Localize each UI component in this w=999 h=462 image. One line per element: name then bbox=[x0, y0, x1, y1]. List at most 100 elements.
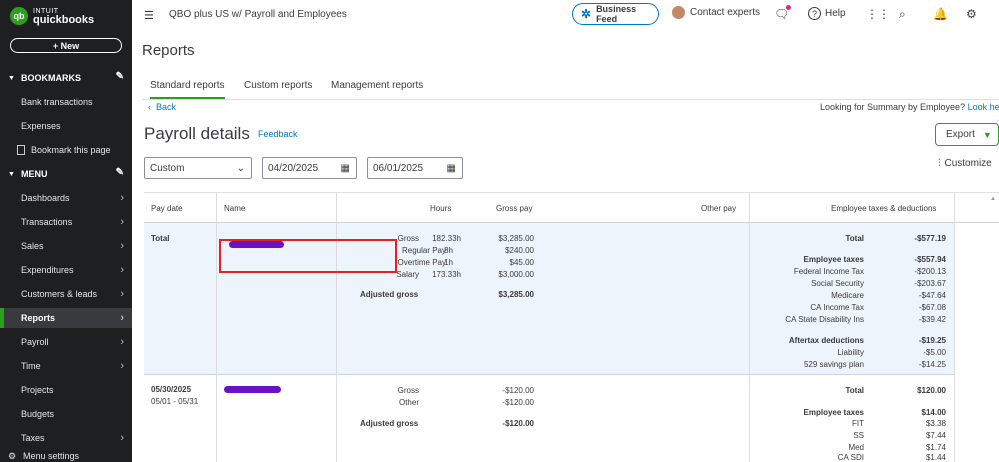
row-pay-date: Total bbox=[151, 234, 170, 243]
gear-icon[interactable]: ⚙ bbox=[966, 7, 977, 21]
menu-settings[interactable]: ⚙ Menu settings bbox=[0, 450, 132, 462]
table-header: Pay date Name Hours Gross pay Other pay … bbox=[144, 193, 999, 223]
tax-value: -$203.67 bbox=[914, 279, 946, 288]
page-title: Reports bbox=[142, 42, 195, 59]
sidebar-item-dashboards[interactable]: Dashboards › bbox=[0, 188, 132, 208]
hamburger-menu-icon[interactable]: ☰ bbox=[144, 9, 154, 22]
tax-value: -$200.13 bbox=[914, 267, 946, 276]
export-button[interactable]: Export ▼ bbox=[935, 123, 999, 146]
pencil-icon[interactable]: ✎ bbox=[116, 71, 124, 82]
tab-standard-reports[interactable]: Standard reports bbox=[150, 80, 225, 99]
look-here-link[interactable]: Look here bbox=[968, 102, 999, 112]
gross-amount: -$120.00 bbox=[502, 386, 534, 395]
business-feed-button[interactable]: ✲ Business Feed bbox=[572, 3, 659, 25]
tax-label: CA SDI bbox=[837, 453, 864, 462]
date-range-select[interactable]: Custom ⌄ bbox=[144, 157, 252, 179]
tax-value: $1.74 bbox=[925, 443, 946, 452]
sidebar-item-budgets[interactable]: Budgets bbox=[0, 404, 132, 424]
bookmark-bank-transactions[interactable]: Bank transactions bbox=[0, 92, 132, 112]
report-title: Payroll details bbox=[144, 124, 250, 143]
gross-amount: $3,285.00 bbox=[498, 234, 534, 243]
highlight-annotation-box bbox=[219, 239, 397, 273]
header-hours[interactable]: Hours bbox=[430, 204, 451, 213]
sidebar-item-transactions[interactable]: Transactions › bbox=[0, 212, 132, 232]
header-gross-pay[interactable]: Gross pay bbox=[496, 204, 532, 213]
tax-label: Employee taxes bbox=[803, 255, 864, 264]
tax-value: -$14.25 bbox=[918, 360, 946, 369]
sidebar-item-expenditures[interactable]: Expenditures › bbox=[0, 260, 132, 280]
chevron-right-icon: › bbox=[120, 432, 124, 444]
adjusted-gross-amount: $3,285.00 bbox=[498, 290, 534, 299]
tab-custom-reports[interactable]: Custom reports bbox=[244, 80, 312, 91]
sidebar-item-payroll[interactable]: Payroll › bbox=[0, 332, 132, 352]
tax-label: Med bbox=[848, 443, 864, 452]
help-button[interactable]: ? Help bbox=[808, 7, 846, 20]
quickbooks-logo[interactable]: qb INTUIT quickbooks bbox=[10, 7, 94, 26]
calendar-icon[interactable]: ▦ bbox=[341, 163, 350, 174]
apps-grid-icon[interactable]: ⋮⋮ bbox=[866, 7, 890, 21]
tax-value: $3.38 bbox=[925, 419, 946, 428]
salary-amount: $3,000.00 bbox=[498, 270, 534, 279]
left-nav-sidebar: qb INTUIT quickbooks + New ▼ BOOKMARKS ✎… bbox=[0, 0, 132, 462]
gross-hours: 182.33h bbox=[432, 234, 461, 243]
tax-label: SS bbox=[853, 431, 864, 440]
header-pay-date[interactable]: Pay date bbox=[151, 204, 183, 213]
feedback-link[interactable]: Feedback bbox=[258, 129, 298, 139]
sparkle-icon: ✲ bbox=[581, 7, 592, 21]
sidebar-item-projects[interactable]: Projects bbox=[0, 380, 132, 400]
chat-notification-dot bbox=[786, 5, 791, 10]
tax-value: -$19.25 bbox=[918, 336, 946, 345]
contact-experts-button[interactable]: Contact experts bbox=[672, 6, 760, 19]
row-pay-period: 05/01 - 05/31 bbox=[151, 397, 199, 406]
chevron-right-icon: › bbox=[120, 288, 124, 300]
menu-heading[interactable]: ▼ MENU ✎ bbox=[0, 166, 132, 182]
tax-value: -$67.08 bbox=[918, 303, 946, 312]
tax-label: Medicare bbox=[831, 291, 864, 300]
back-link[interactable]: ‹ Back bbox=[148, 102, 176, 112]
pencil-icon[interactable]: ✎ bbox=[116, 167, 124, 178]
sliders-icon: ⫶ bbox=[938, 158, 941, 169]
bookmark-this-page[interactable]: Bookmark this page bbox=[0, 140, 132, 160]
sidebar-item-reports[interactable]: Reports › bbox=[0, 308, 132, 328]
column-divider bbox=[336, 193, 337, 462]
sidebar-item-customers-leads[interactable]: Customers & leads › bbox=[0, 284, 132, 304]
header-name[interactable]: Name bbox=[224, 204, 245, 213]
tax-label: Total bbox=[845, 234, 864, 243]
chevron-right-icon: › bbox=[120, 360, 124, 372]
search-icon[interactable]: ⌕ bbox=[899, 7, 906, 22]
scroll-up-arrow-icon[interactable]: ▲ bbox=[990, 196, 996, 202]
chevron-down-icon: ▼ bbox=[8, 170, 15, 178]
tax-label: Employee taxes bbox=[803, 408, 864, 417]
sidebar-item-taxes[interactable]: Taxes › bbox=[0, 428, 132, 448]
tax-label: CA Income Tax bbox=[810, 303, 864, 312]
bookmarks-heading[interactable]: ▼ BOOKMARKS ✎ bbox=[0, 70, 132, 86]
tax-label: Social Security bbox=[811, 279, 864, 288]
sidebar-item-time[interactable]: Time › bbox=[0, 356, 132, 376]
qb-logo-icon: qb bbox=[10, 7, 28, 25]
header-employee-taxes[interactable]: Employee taxes & deductions bbox=[831, 204, 936, 213]
tax-label: Federal Income Tax bbox=[793, 267, 864, 276]
bookmark-icon bbox=[17, 145, 25, 155]
sidebar-item-sales[interactable]: Sales › bbox=[0, 236, 132, 256]
calendar-icon[interactable]: ▦ bbox=[447, 163, 456, 174]
bookmark-expenses[interactable]: Expenses bbox=[0, 116, 132, 136]
other-amount: -$120.00 bbox=[502, 398, 534, 407]
chevron-right-icon: › bbox=[120, 216, 124, 228]
end-date-input[interactable]: 06/01/2025 ▦ bbox=[367, 157, 463, 179]
gear-icon: ⚙ bbox=[8, 450, 17, 461]
tax-value: $120.00 bbox=[917, 386, 946, 395]
column-divider bbox=[216, 193, 217, 462]
customize-button[interactable]: ⫶ Customize bbox=[938, 158, 992, 169]
chevron-right-icon: › bbox=[120, 336, 124, 348]
bell-icon[interactable]: 🔔 bbox=[933, 7, 948, 21]
tax-value: -$577.19 bbox=[914, 234, 946, 243]
tax-label: 529 savings plan bbox=[803, 360, 864, 369]
new-button[interactable]: + New bbox=[10, 38, 122, 53]
start-date-input[interactable]: 04/20/2025 ▦ bbox=[262, 157, 357, 179]
row-pay-date: 05/30/2025 bbox=[151, 385, 192, 394]
expert-avatar bbox=[672, 6, 685, 19]
header-other-pay[interactable]: Other pay bbox=[701, 204, 736, 213]
gross-label: Gross bbox=[397, 386, 419, 395]
tax-label: FIT bbox=[852, 419, 864, 428]
tab-management-reports[interactable]: Management reports bbox=[331, 80, 423, 91]
